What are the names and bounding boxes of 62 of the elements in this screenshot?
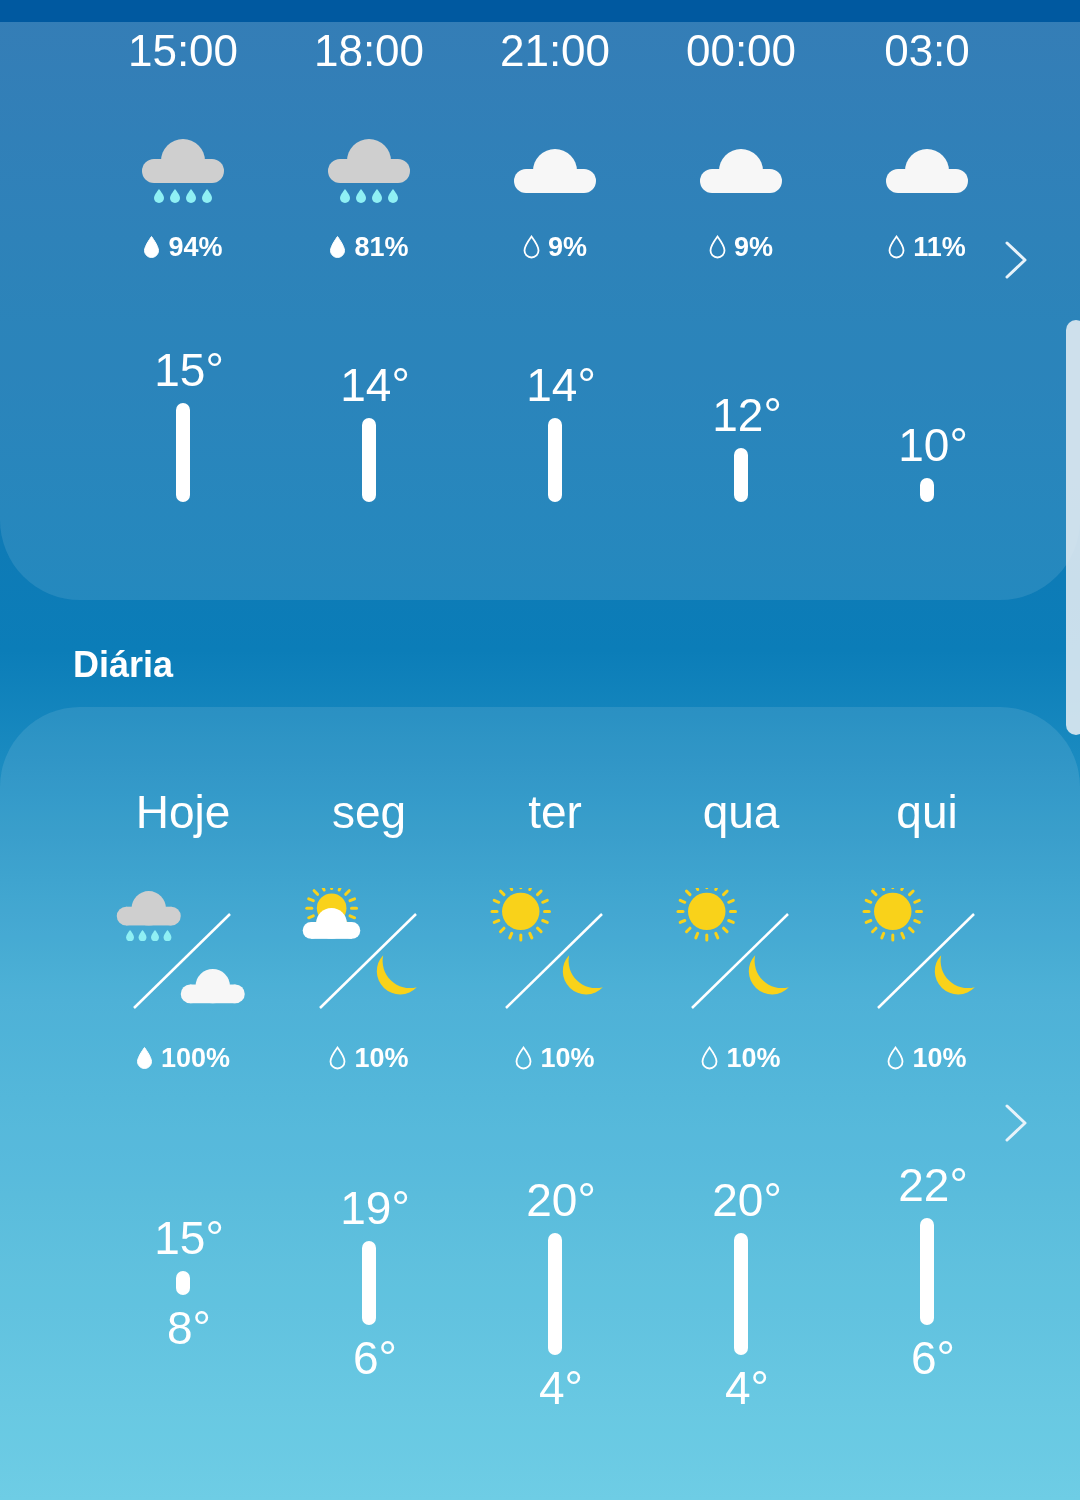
precipitation-chance: 100% xyxy=(160,1043,231,1073)
precipitation-chance: 10% xyxy=(912,1043,967,1073)
hour-label: 00:00 xyxy=(685,25,797,77)
high-temperature: 15° xyxy=(153,1215,224,1261)
sun-behind-cloud-icon xyxy=(302,888,361,939)
drop-icon xyxy=(887,1046,905,1070)
filled-drop-icon xyxy=(135,1046,153,1070)
precipitation-chance: 10% xyxy=(540,1043,595,1073)
chevron-right-icon[interactable] xyxy=(1004,240,1028,280)
temperature: 14° xyxy=(339,360,410,410)
moon-icon xyxy=(748,955,789,995)
hour-label: 03:0 xyxy=(884,25,970,77)
drop-icon xyxy=(329,1046,347,1070)
day-label: qui xyxy=(896,785,958,839)
day-label: Hoje xyxy=(135,785,231,839)
hour-label: 21:00 xyxy=(499,25,611,77)
temperature-range-bar xyxy=(176,1271,190,1295)
drop-icon xyxy=(515,1046,533,1070)
high-temperature: 20° xyxy=(711,1177,782,1223)
drop-icon xyxy=(709,235,726,259)
temperature: 10° xyxy=(897,420,968,470)
moon-icon xyxy=(562,955,603,995)
temperature: 15° xyxy=(153,345,224,395)
day-label: qua xyxy=(702,785,780,839)
low-temperature: 6° xyxy=(910,1335,955,1381)
rain-cloud-icon xyxy=(116,891,181,942)
moon-icon xyxy=(934,955,975,995)
moon-icon xyxy=(376,955,417,995)
precipitation-chance: 94% xyxy=(168,232,223,262)
temperature-bar xyxy=(920,478,934,502)
scrollbar[interactable] xyxy=(1066,320,1080,735)
low-temperature: 6° xyxy=(352,1335,397,1381)
day-label: ter xyxy=(528,785,582,839)
high-temperature: 22° xyxy=(897,1162,968,1208)
precipitation-chance: 10% xyxy=(726,1043,781,1073)
precipitation-chance: 9% xyxy=(734,232,773,262)
temperature: 14° xyxy=(525,360,596,410)
drop-icon xyxy=(701,1046,719,1070)
temperature: 12° xyxy=(711,390,782,440)
filled-drop-icon xyxy=(143,235,161,259)
temperature-bar xyxy=(734,448,748,502)
precipitation-chance: 81% xyxy=(354,232,409,262)
drop-icon xyxy=(888,235,906,259)
high-temperature: 20° xyxy=(525,1177,596,1223)
sun-icon xyxy=(676,888,737,942)
sun-icon xyxy=(490,888,551,942)
cloud-icon xyxy=(180,968,245,1004)
low-temperature: 8° xyxy=(166,1305,211,1351)
low-temperature: 4° xyxy=(538,1365,583,1411)
chevron-right-icon[interactable] xyxy=(1004,1103,1028,1143)
sun-icon xyxy=(862,888,923,942)
high-temperature: 19° xyxy=(339,1185,410,1231)
precipitation-chance: 11% xyxy=(913,232,966,262)
day-label: seg xyxy=(331,785,407,839)
section-title: Diária xyxy=(73,644,174,685)
precipitation-chance: 9% xyxy=(548,232,587,262)
hour-label: 15:00 xyxy=(127,25,239,77)
filled-drop-icon xyxy=(329,235,347,259)
hour-label: 18:00 xyxy=(313,25,425,77)
low-temperature: 4° xyxy=(724,1365,769,1411)
drop-icon xyxy=(523,235,540,259)
precipitation-chance: 10% xyxy=(354,1043,409,1073)
